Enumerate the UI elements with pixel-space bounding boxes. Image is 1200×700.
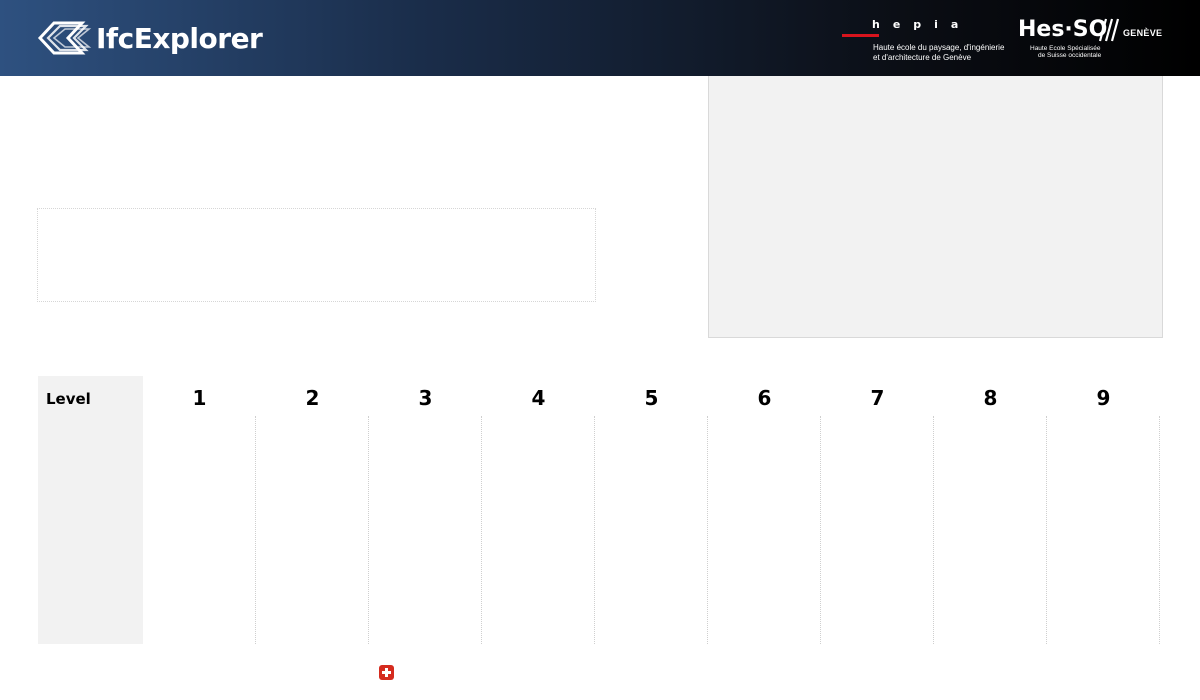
- hesso-city: GENÈVE: [1123, 28, 1163, 38]
- app-name: IfcExplorer: [96, 21, 263, 55]
- level-column[interactable]: 9: [1047, 376, 1160, 644]
- hepia-tagline-2: et d'architecture de Genève: [873, 53, 972, 62]
- app-header: IfcExplorer hepia Haute école du paysage…: [0, 0, 1200, 76]
- text-panel: [37, 208, 596, 302]
- hesso-tagline-2: de Suisse occidentale: [1038, 52, 1102, 59]
- preview-panel[interactable]: [708, 76, 1163, 338]
- level-number: 6: [757, 386, 772, 410]
- level-number: 4: [531, 386, 546, 410]
- level-column[interactable]: 8: [934, 376, 1047, 644]
- levels-grid: Level 1 2 3 4 5 6 7 8 9: [38, 376, 1164, 644]
- hesso-logo: Hes·SO GENÈVE Haute Ecole Spécialisée de…: [1018, 17, 1168, 63]
- level-column[interactable]: 6: [708, 376, 821, 644]
- level-number: 9: [1096, 386, 1111, 410]
- level-header-column: Level: [38, 376, 143, 644]
- hepia-wordmark: hepia: [872, 18, 972, 31]
- double-slash-icon: [1098, 18, 1120, 42]
- level-column[interactable]: 4: [482, 376, 595, 644]
- level-label: Level: [46, 390, 91, 408]
- level-number: 5: [644, 386, 659, 410]
- level-number: 2: [305, 386, 320, 410]
- level-number: 7: [870, 386, 885, 410]
- hesso-wordmark: Hes·SO: [1018, 17, 1108, 42]
- column-divider: [1159, 416, 1160, 644]
- level-column[interactable]: 2: [256, 376, 369, 644]
- hepia-tagline-1: Haute école du paysage, d'ingénierie: [873, 43, 1005, 52]
- app-brand[interactable]: IfcExplorer: [36, 16, 263, 60]
- level-number: 8: [983, 386, 998, 410]
- level-column[interactable]: 5: [595, 376, 708, 644]
- hepia-accent-bar: [842, 34, 879, 37]
- level-number: 1: [192, 386, 207, 410]
- level-column[interactable]: 3: [369, 376, 482, 644]
- level-column[interactable]: 7: [821, 376, 934, 644]
- level-number: 3: [418, 386, 433, 410]
- level-column[interactable]: 1: [143, 376, 256, 644]
- hepia-logo: hepia Haute école du paysage, d'ingénier…: [842, 18, 1012, 66]
- swiss-flag-icon: [379, 665, 394, 680]
- layered-diamond-icon: [37, 21, 92, 55]
- hesso-tagline-1: Haute Ecole Spécialisée: [1030, 45, 1101, 52]
